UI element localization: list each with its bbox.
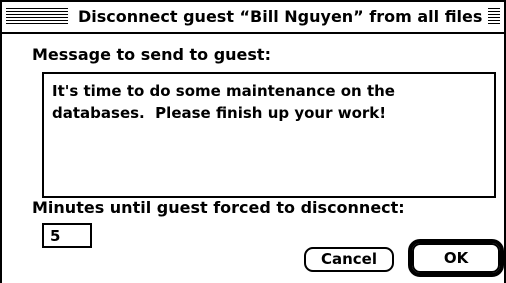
ok-button[interactable]: OK (412, 243, 500, 273)
title-bar-stripes-left (6, 8, 68, 24)
cancel-button[interactable]: Cancel (304, 247, 394, 272)
minutes-label: Minutes until guest forced to disconnect… (32, 198, 405, 217)
dialog-title: Disconnect guest “Bill Nguyen” from all … (72, 5, 489, 29)
disconnect-guest-dialog: Disconnect guest “Bill Nguyen” from all … (0, 0, 506, 283)
message-label: Message to send to guest: (32, 45, 271, 64)
message-textarea[interactable]: It's time to do some maintenance on the … (42, 72, 496, 198)
minutes-input[interactable] (42, 223, 92, 248)
title-bar[interactable]: Disconnect guest “Bill Nguyen” from all … (2, 2, 504, 34)
